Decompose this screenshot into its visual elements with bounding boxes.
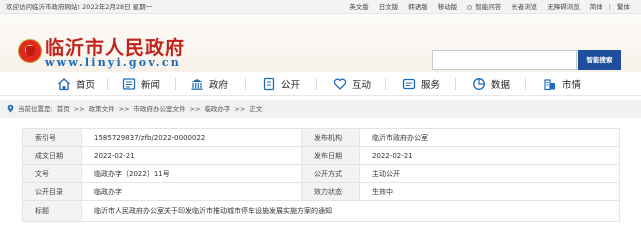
breadcrumb-separator: >> bbox=[189, 105, 201, 113]
link-traditional[interactable]: 繁体 bbox=[612, 0, 635, 14]
nav-label-service: 服务 bbox=[421, 80, 441, 91]
meta-key: 发布机构 bbox=[301, 128, 360, 147]
link-korean[interactable]: 韩语版 bbox=[403, 0, 433, 14]
nav-divider bbox=[245, 78, 246, 90]
circle-icon bbox=[467, 5, 473, 10]
link-elder[interactable]: 长者浏览 bbox=[506, 0, 542, 14]
meta-key: 公开方式 bbox=[301, 164, 360, 183]
open-icon bbox=[262, 77, 276, 91]
main-nav: 首页 新闻 政府 公开 互动 服务 数据 市情 bbox=[0, 72, 641, 96]
meta-value: 临政办字〔2022〕11号 bbox=[81, 164, 302, 183]
nav-label-city: 市情 bbox=[562, 80, 582, 91]
breadcrumb-separator: >> bbox=[73, 105, 85, 113]
news-icon bbox=[122, 77, 136, 91]
nav-label-home: 首页 bbox=[76, 80, 96, 91]
national-emblem-icon bbox=[18, 39, 42, 63]
site-url: www.linyi.gov.cn bbox=[45, 56, 181, 69]
nav-item-news[interactable]: 新闻 bbox=[122, 72, 160, 96]
table-row: 成文日期 2022-02-21 发布日期 2022-02-21 bbox=[22, 146, 620, 165]
meta-key: 公开目录 bbox=[22, 182, 82, 201]
document-title: 临沂市人民政府办公室关于印发临沂市推动城市停车设施发展实施方案的通知 bbox=[81, 200, 620, 222]
meta-value: 1585729837/zfb/2022-0000022 bbox=[81, 128, 302, 147]
service-icon bbox=[402, 77, 416, 91]
search-input[interactable] bbox=[432, 50, 577, 70]
nav-item-service[interactable]: 服务 bbox=[402, 72, 440, 96]
breadcrumb-linzhengban[interactable]: 临政办字 bbox=[204, 100, 230, 118]
link-english[interactable]: 英文版 bbox=[344, 0, 374, 14]
nav-item-government[interactable]: 政府 bbox=[190, 72, 228, 96]
nav-item-home[interactable]: 首页 bbox=[57, 72, 95, 96]
meta-value: 生效中 bbox=[359, 182, 620, 201]
top-links: 英文版 日文版 韩语版 移动版 智能问答 长者浏览 无障碍浏览 简体 | 繁体 bbox=[344, 0, 635, 14]
location-pin-icon bbox=[7, 104, 14, 113]
nav-divider bbox=[316, 78, 317, 90]
breadcrumb-office-files[interactable]: 市政府办公室文件 bbox=[134, 100, 186, 118]
welcome-text: 欢迎访问临沂市政府网站! 2022年2月28日 星期一 bbox=[6, 3, 153, 11]
meta-value: 临沂市政府办公室 bbox=[359, 128, 620, 147]
meta-key: 标题 bbox=[22, 200, 82, 222]
breadcrumb: 当前位置是: 首页 >> 政策文件 >> 市政府办公室文件 >> 临政办字 >>… bbox=[0, 100, 641, 118]
document-meta-table: 索引号 1585729837/zfb/2022-0000022 发布机构 临沂市… bbox=[22, 128, 620, 222]
link-mobile[interactable]: 移动版 bbox=[433, 0, 463, 14]
meta-value: 主动公开 bbox=[359, 164, 620, 183]
breadcrumb-separator: >> bbox=[118, 105, 130, 113]
search-button[interactable]: 智能搜索 bbox=[578, 50, 621, 70]
top-bar: 欢迎访问临沂市政府网站! 2022年2月28日 星期一 英文版 日文版 韩语版 … bbox=[0, 0, 641, 14]
link-accessibility[interactable]: 无障碍浏览 bbox=[542, 0, 585, 14]
meta-value: 临政办字 bbox=[81, 182, 302, 201]
meta-key: 文号 bbox=[22, 164, 82, 183]
nav-divider bbox=[455, 78, 456, 90]
nav-divider bbox=[525, 78, 526, 90]
data-icon bbox=[472, 77, 486, 91]
breadcrumb-policy-files[interactable]: 政策文件 bbox=[89, 100, 115, 118]
link-simplified[interactable]: 简体 bbox=[585, 0, 608, 14]
nav-label-open: 公开 bbox=[281, 80, 301, 91]
table-row: 文号 临政办字〔2022〕11号 公开方式 主动公开 bbox=[22, 164, 620, 183]
breadcrumb-current: 正文 bbox=[249, 105, 263, 113]
breadcrumb-separator: >> bbox=[234, 105, 246, 113]
breadcrumb-prefix: 当前位置是: bbox=[18, 105, 53, 113]
meta-key: 索引号 bbox=[22, 128, 82, 147]
nav-label-data: 数据 bbox=[491, 80, 511, 91]
site-header: 临沂市人民政府 www.linyi.gov.cn 智能搜索 bbox=[0, 14, 641, 72]
meta-key: 发布日期 bbox=[301, 146, 360, 165]
interaction-icon bbox=[333, 77, 347, 91]
meta-value: 2022-02-21 bbox=[359, 146, 620, 165]
meta-key: 效力状态 bbox=[301, 182, 360, 201]
home-icon bbox=[57, 77, 71, 91]
table-row: 标题 临沂市人民政府办公室关于印发临沂市推动城市停车设施发展实施方案的通知 bbox=[22, 200, 620, 222]
breadcrumb-home[interactable]: 首页 bbox=[57, 100, 70, 118]
nav-label-interaction: 互动 bbox=[352, 80, 372, 91]
table-row: 索引号 1585729837/zfb/2022-0000022 发布机构 临沂市… bbox=[22, 128, 620, 147]
nav-label-news: 新闻 bbox=[141, 80, 161, 91]
nav-divider bbox=[107, 78, 108, 90]
link-smart-qa[interactable]: 智能问答 bbox=[462, 0, 506, 14]
table-row: 公开目录 临政办字 效力状态 生效中 bbox=[22, 182, 620, 201]
nav-label-government: 政府 bbox=[209, 80, 229, 91]
government-icon bbox=[190, 77, 204, 91]
link-smart-qa-label: 智能问答 bbox=[475, 3, 502, 11]
city-icon bbox=[543, 77, 557, 91]
nav-divider bbox=[385, 78, 386, 90]
meta-value: 2022-02-21 bbox=[81, 146, 302, 165]
nav-item-open[interactable]: 公开 bbox=[262, 72, 300, 96]
nav-divider bbox=[175, 78, 176, 90]
nav-item-data[interactable]: 数据 bbox=[472, 72, 510, 96]
meta-key: 成文日期 bbox=[22, 146, 82, 165]
nav-item-city[interactable]: 市情 bbox=[543, 72, 581, 96]
nav-item-interaction[interactable]: 互动 bbox=[333, 72, 371, 96]
link-japanese[interactable]: 日文版 bbox=[374, 0, 404, 14]
